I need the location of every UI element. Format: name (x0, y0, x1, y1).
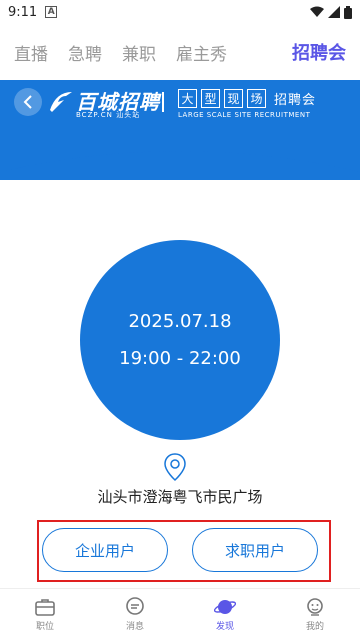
event-time: 19:00 - 22:00 (119, 348, 241, 369)
logo-mark-icon (50, 91, 72, 112)
user-icon (307, 598, 323, 616)
nav-item-profile[interactable]: 我的 (270, 589, 360, 640)
fair-char: 现 (224, 89, 243, 108)
nav-item-jobs[interactable]: 职位 (0, 589, 90, 640)
tab-job-fair[interactable]: 招聘会 (292, 39, 346, 65)
chat-icon (126, 597, 144, 615)
nav-item-messages[interactable]: 消息 (90, 589, 180, 640)
chevron-left-icon (23, 95, 32, 109)
signal-icon (328, 6, 340, 18)
fair-char: 型 (201, 89, 220, 108)
event-time-circle: 2025.07.18 19:00 - 22:00 (80, 240, 280, 440)
app-notification-icon: A (45, 6, 58, 18)
status-icons (310, 5, 352, 19)
tab-live[interactable]: 直播 (14, 40, 48, 65)
location-pin-icon (163, 452, 187, 486)
jobseeker-user-button[interactable]: 求职用户 (192, 528, 318, 572)
nav-label: 发现 (215, 622, 234, 632)
tab-parttime[interactable]: 兼职 (122, 40, 156, 65)
bottom-nav: 职位 消息 发现 我的 (0, 588, 360, 640)
header-divider (162, 92, 164, 112)
top-tabs: 直播 急聘 兼职 雇主秀 招聘会 (0, 24, 360, 80)
briefcase-icon (35, 599, 55, 616)
wifi-icon (310, 6, 324, 17)
status-bar: 9:11 A (0, 0, 360, 24)
nav-item-discover[interactable]: 发现 (180, 589, 270, 640)
event-date: 2025.07.18 (128, 311, 232, 332)
back-button[interactable] (14, 88, 42, 116)
nav-label: 职位 (35, 622, 54, 632)
enterprise-user-button[interactable]: 企业用户 (42, 528, 168, 572)
nav-label: 消息 (125, 622, 144, 632)
battery-icon (344, 5, 352, 19)
tab-employer-show[interactable]: 雇主秀 (176, 40, 227, 65)
fair-english-subtitle: LARGE SCALE SITE RECRUITMENT (178, 111, 311, 119)
status-time: 9:11 (8, 4, 38, 20)
nav-label: 我的 (305, 622, 324, 632)
fair-title: 大 型 现 场 招聘会 (178, 89, 316, 108)
event-venue: 汕头市澄海粤飞市民广场 (97, 488, 263, 506)
logo-subtext: BCZP.CN 汕头站 (76, 111, 141, 119)
planet-icon (214, 600, 236, 614)
tab-urgent[interactable]: 急聘 (68, 40, 102, 65)
fair-char: 场 (247, 89, 266, 108)
fair-char: 大 (178, 89, 197, 108)
fair-title-tail: 招聘会 (274, 93, 317, 108)
brand-logo: 百城招聘 BCZP.CN 汕头站 (46, 86, 160, 119)
